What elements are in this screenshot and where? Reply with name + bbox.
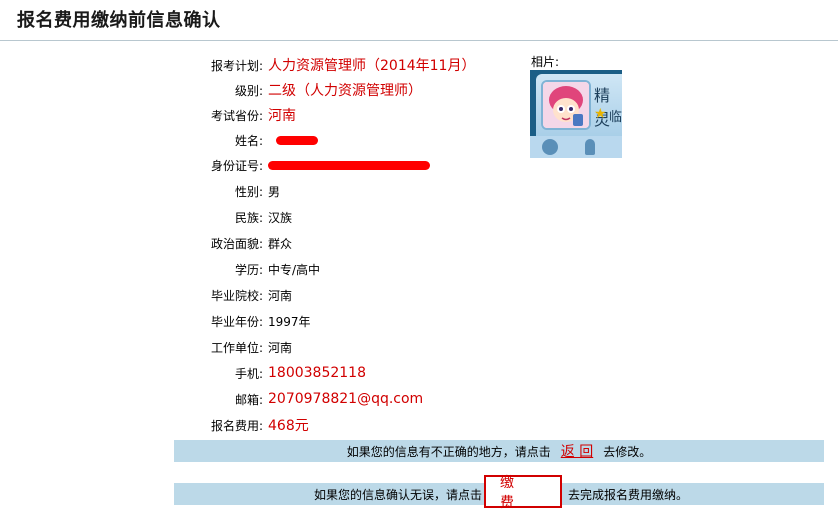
info-label: 报考计划: bbox=[210, 58, 263, 73]
info-row-ethnicity: 民族: 汉族 bbox=[150, 207, 292, 227]
education-value: 中专/高中 bbox=[268, 262, 321, 277]
name-value-redacted bbox=[268, 133, 328, 147]
info-row-email: 邮箱: 2070978821@qq.com bbox=[150, 389, 423, 409]
info-row-level: 级别: 二级（人力资源管理师） bbox=[150, 80, 422, 100]
camera-icon bbox=[542, 139, 558, 155]
info-row-name: 姓名: bbox=[150, 130, 328, 150]
notice-text: 如果您的信息确认无误，请点击 bbox=[313, 487, 482, 502]
info-row-graduation-year: 毕业年份: 1997年 bbox=[150, 311, 311, 331]
microphone-icon bbox=[585, 139, 595, 155]
ethnicity-value: 汉族 bbox=[268, 210, 293, 225]
info-row-gender: 性别: 男 bbox=[150, 181, 280, 201]
notice-text: 去修改。 bbox=[603, 444, 652, 459]
photo-label: 相片: bbox=[531, 55, 560, 69]
info-label: 性别: bbox=[234, 184, 263, 199]
info-row-political-status: 政治面貌: 群众 bbox=[150, 233, 292, 253]
pay-button[interactable]: 缴 费 bbox=[484, 475, 562, 511]
info-row-province: 考试省份: 河南 bbox=[150, 105, 296, 125]
id-number-value-redacted bbox=[268, 158, 438, 172]
gender-value: 男 bbox=[268, 184, 281, 199]
page-title: 报名费用缴纳前信息确认 bbox=[17, 10, 221, 31]
redaction-mark bbox=[276, 136, 318, 145]
title-divider bbox=[0, 40, 838, 41]
info-row-id-number: 身份证号: bbox=[150, 155, 438, 175]
exam-plan-value: 人力资源管理师（2014年11月） bbox=[268, 58, 476, 74]
political-status-value: 群众 bbox=[268, 236, 293, 251]
star-icon: ★ bbox=[594, 106, 607, 122]
email-value: 2070978821@qq.com bbox=[268, 391, 424, 407]
info-label: 身份证号: bbox=[210, 158, 263, 173]
school-value: 河南 bbox=[268, 288, 293, 303]
photo-text: 临 bbox=[609, 110, 622, 125]
notice-text: 如果您的信息有不正确的地方，请点击 bbox=[346, 444, 551, 459]
fee-value: 468元 bbox=[268, 418, 309, 434]
info-row-school: 毕业院校: 河南 bbox=[150, 285, 292, 305]
info-label: 手机: bbox=[234, 366, 263, 381]
phone-value: 18003852118 bbox=[268, 365, 366, 381]
info-label: 毕业年份: bbox=[210, 314, 263, 329]
info-label: 姓名: bbox=[234, 133, 263, 148]
info-row-education: 学历: 中专/高中 bbox=[150, 259, 320, 279]
province-value: 河南 bbox=[268, 108, 296, 124]
info-label: 工作单位: bbox=[210, 340, 263, 355]
info-label: 民族: bbox=[234, 210, 263, 225]
employer-value: 河南 bbox=[268, 340, 293, 355]
info-row-exam-plan: 报考计划: 人力资源管理师（2014年11月） bbox=[150, 55, 476, 75]
photo-toolbar bbox=[530, 136, 622, 158]
notice-text: 去完成报名费用缴纳。 bbox=[568, 487, 689, 502]
info-label: 毕业院校: bbox=[210, 288, 263, 303]
notice-bar-return: 如果您的信息有不正确的地方，请点击 返 回 去修改。 bbox=[174, 440, 824, 462]
info-row-phone: 手机: 18003852118 bbox=[150, 363, 366, 383]
info-label: 级别: bbox=[234, 83, 263, 98]
graduation-year-value: 1997年 bbox=[268, 314, 311, 329]
photo-panel: 精灵 ★ 临 bbox=[536, 74, 622, 136]
info-label: 学历: bbox=[234, 262, 263, 277]
info-label: 考试省份: bbox=[210, 108, 263, 123]
avatar bbox=[541, 80, 591, 130]
info-label: 政治面貌: bbox=[210, 236, 263, 251]
return-link[interactable]: 返 回 bbox=[561, 441, 593, 461]
info-label: 报名费用: bbox=[210, 418, 263, 433]
info-label: 邮箱: bbox=[234, 392, 263, 407]
info-row-employer: 工作单位: 河南 bbox=[150, 337, 292, 357]
level-value: 二级（人力资源管理师） bbox=[268, 83, 422, 99]
redaction-mark bbox=[268, 161, 430, 170]
info-row-fee: 报名费用: 468元 bbox=[150, 415, 309, 435]
applicant-photo: 精灵 ★ 临 bbox=[530, 70, 622, 158]
